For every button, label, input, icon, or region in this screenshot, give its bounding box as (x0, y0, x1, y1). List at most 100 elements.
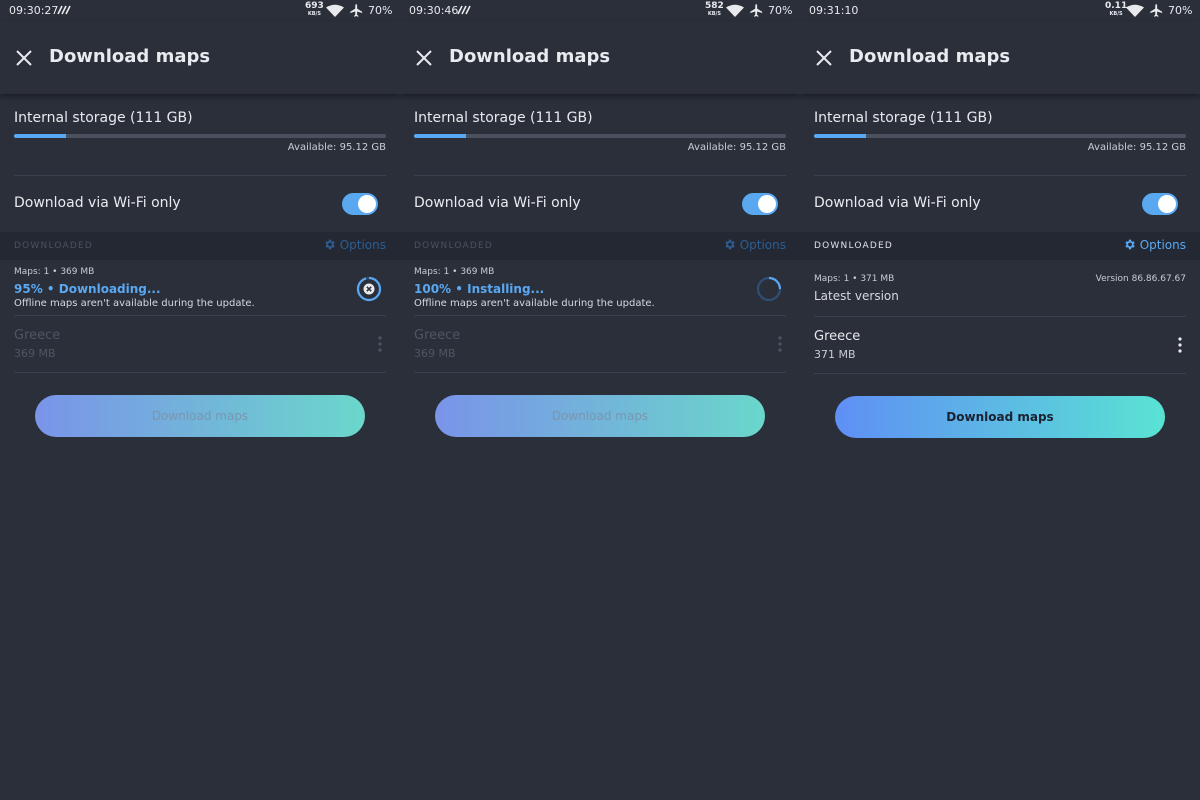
status-time: 09:30:27 (9, 4, 59, 17)
storage-bar-fill (14, 134, 67, 138)
more-vert-icon[interactable] (377, 336, 383, 352)
signal-activity-icon (457, 5, 471, 15)
downloaded-section-header: DOWNLOADED Options (400, 232, 800, 260)
close-icon[interactable] (414, 48, 434, 68)
close-icon[interactable] (14, 48, 34, 68)
section-title: DOWNLOADED (414, 241, 493, 251)
signal-activity-icon (57, 5, 71, 15)
options-label: Options (339, 238, 386, 252)
update-note: Offline maps aren't available during the… (414, 298, 655, 309)
airplane-icon (1150, 4, 1163, 17)
page-title: Download maps (449, 46, 611, 67)
gear-icon (1125, 239, 1135, 250)
region-size: 369 MB (414, 347, 456, 360)
download-maps-button[interactable]: Download maps (35, 395, 365, 437)
more-vert-icon[interactable] (777, 336, 783, 352)
region-size: 369 MB (14, 347, 56, 360)
network-speed: 693 KB/S (305, 2, 324, 18)
options-button[interactable]: Options (1123, 238, 1186, 252)
airplane-icon (750, 4, 763, 17)
network-speed-unit: KB/S (1109, 11, 1123, 17)
wifi-only-label: Download via Wi-Fi only (814, 195, 981, 211)
divider (414, 315, 786, 316)
gear-icon (325, 239, 335, 250)
network-speed: 582 KB/S (705, 2, 724, 18)
network-speed-value: 693 (305, 1, 324, 11)
storage-available: Available: 95.12 GB (287, 142, 386, 153)
options-label: Options (1139, 238, 1186, 252)
maps-count: Maps: 1 • 371 MB (814, 274, 895, 284)
downloaded-section-header: DOWNLOADED Options (0, 232, 400, 260)
storage-bar-fill (814, 134, 867, 138)
downloaded-section-header: DOWNLOADED Options (800, 232, 1200, 260)
status-time: 09:30:46 (409, 4, 459, 17)
wifi-icon (1126, 4, 1144, 17)
divider (814, 373, 1186, 374)
divider (814, 175, 1186, 176)
update-note: Offline maps aren't available during the… (14, 298, 255, 309)
network-speed-value: 582 (705, 1, 724, 11)
storage-label: Internal storage (111 GB) (414, 110, 593, 126)
wifi-icon (326, 4, 344, 17)
network-speed-value: 0.11 (1105, 1, 1128, 11)
maps-count: Maps: 1 • 369 MB (14, 267, 95, 277)
latest-version-label: Latest version (814, 289, 899, 303)
loading-spinner-icon (756, 276, 782, 302)
storage-available: Available: 95.12 GB (1087, 142, 1186, 153)
download-maps-button[interactable]: Download maps (835, 396, 1165, 438)
divider (414, 175, 786, 176)
battery-level: 70% (1168, 4, 1193, 17)
download-maps-button[interactable]: Download maps (435, 395, 765, 437)
cancel-download-icon[interactable] (356, 276, 382, 302)
wifi-only-label: Download via Wi-Fi only (414, 195, 581, 211)
storage-bar (14, 134, 386, 138)
divider (14, 315, 386, 316)
screen-completed: 09:31:10 0.11 KB/S 70% Download maps Inte… (800, 0, 1200, 800)
wifi-icon (726, 4, 744, 17)
network-speed-unit: KB/S (307, 11, 321, 17)
section-title: DOWNLOADED (814, 241, 893, 251)
region-name: Greece (414, 328, 461, 343)
close-icon[interactable] (814, 48, 834, 68)
storage-bar (814, 134, 1186, 138)
screens: 09:30:27 693 KB/S 70% Download maps Inter… (0, 0, 1200, 800)
region-size: 371 MB (814, 348, 856, 361)
storage-available: Available: 95.12 GB (687, 142, 786, 153)
region-name: Greece (14, 328, 61, 343)
storage-bar (414, 134, 786, 138)
network-speed-unit: KB/S (707, 11, 721, 17)
options-button[interactable]: Options (723, 238, 786, 252)
app-bar: Download maps (0, 22, 400, 94)
storage-label: Internal storage (111 GB) (814, 110, 993, 126)
options-label: Options (739, 238, 786, 252)
install-status: 100% • Installing... (414, 282, 545, 296)
network-speed: 0.11 KB/S (1105, 2, 1127, 18)
status-bar: 09:30:46 582 KB/S 70% (400, 0, 800, 22)
battery-level: 70% (768, 4, 793, 17)
screen-installing: 09:30:46 582 KB/S 70% Download maps Inter… (400, 0, 800, 800)
app-bar: Download maps (400, 22, 800, 94)
status-time: 09:31:10 (809, 4, 859, 17)
divider (814, 316, 1186, 317)
toggle-knob (1158, 195, 1176, 213)
map-version: Version 86.86.67.67 (1095, 274, 1186, 284)
page-title: Download maps (49, 46, 211, 67)
divider (414, 372, 786, 373)
status-bar: 09:31:10 0.11 KB/S 70% (800, 0, 1200, 22)
page-title: Download maps (849, 46, 1011, 67)
section-title: DOWNLOADED (14, 241, 93, 251)
status-bar: 09:30:27 693 KB/S 70% (0, 0, 400, 22)
wifi-only-label: Download via Wi-Fi only (14, 195, 181, 211)
wifi-only-toggle[interactable] (342, 193, 378, 215)
more-vert-icon[interactable] (1177, 337, 1183, 353)
download-status: 95% • Downloading... (14, 282, 161, 296)
gear-icon (725, 239, 735, 250)
wifi-only-toggle[interactable] (742, 193, 778, 215)
wifi-only-toggle[interactable] (1142, 193, 1178, 215)
toggle-knob (358, 195, 376, 213)
airplane-icon (350, 4, 363, 17)
battery-level: 70% (368, 4, 393, 17)
maps-count: Maps: 1 • 369 MB (414, 267, 495, 277)
options-button[interactable]: Options (323, 238, 386, 252)
divider (14, 175, 386, 176)
